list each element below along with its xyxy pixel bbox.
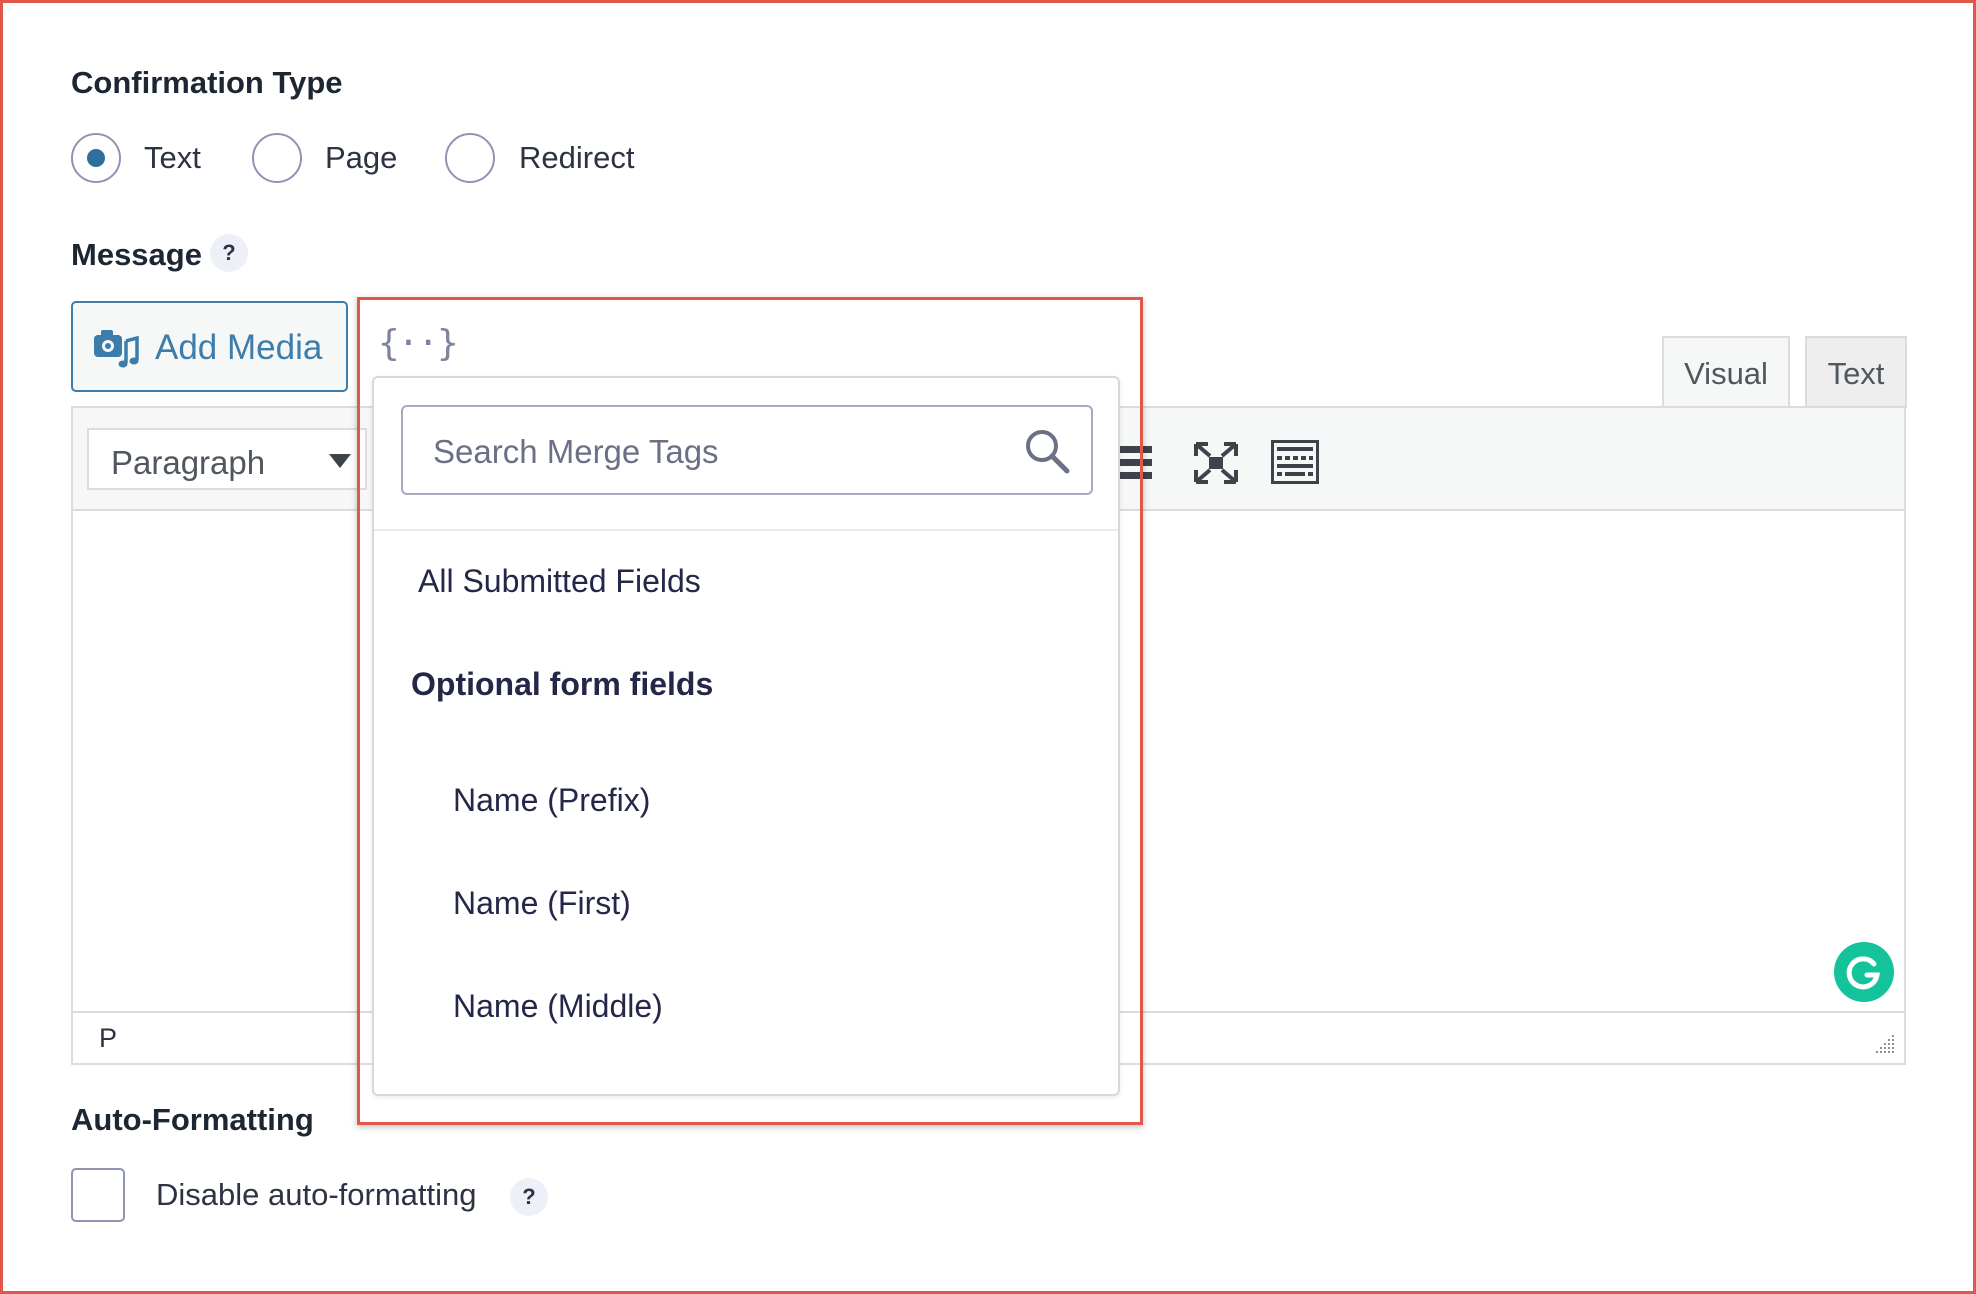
format-select-value: Paragraph — [111, 444, 266, 481]
radio-text-label[interactable]: Text — [144, 140, 201, 176]
radio-redirect-label[interactable]: Redirect — [519, 140, 634, 176]
format-select[interactable]: Paragraph — [87, 428, 367, 490]
radio-text[interactable] — [71, 133, 121, 183]
element-path[interactable]: P — [99, 1023, 117, 1054]
radio-page-label[interactable]: Page — [325, 140, 397, 176]
add-media-button[interactable]: Add Media — [71, 301, 348, 392]
message-heading: Message — [71, 237, 202, 272]
search-placeholder: Search Merge Tags — [433, 433, 719, 470]
tab-text[interactable]: Text — [1805, 336, 1907, 408]
radio-page[interactable] — [252, 133, 302, 183]
merge-tag-name-middle[interactable]: Name (Middle) — [453, 988, 663, 1025]
fullscreen-icon[interactable] — [1194, 442, 1238, 484]
disable-auto-formatting-checkbox[interactable] — [71, 1168, 125, 1222]
resize-handle-icon[interactable] — [1874, 1033, 1896, 1055]
merge-tags-search-input[interactable]: Search Merge Tags — [401, 405, 1093, 495]
merge-tag-group-heading: Optional form fields — [411, 666, 714, 702]
confirmation-type-heading: Confirmation Type — [71, 65, 343, 100]
popup-divider — [374, 529, 1118, 531]
tab-visual[interactable]: Visual — [1662, 336, 1790, 408]
chevron-down-icon — [329, 454, 351, 468]
message-help-icon[interactable]: ? — [210, 234, 248, 272]
merge-tags-popup: Search Merge Tags All Submitted Fields O… — [372, 376, 1120, 1096]
merge-tag-all-submitted-fields[interactable]: All Submitted Fields — [418, 563, 701, 600]
radio-selected-dot — [87, 149, 105, 167]
auto-formatting-help-icon[interactable]: ? — [510, 1178, 548, 1216]
disable-auto-formatting-label[interactable]: Disable auto-formatting — [156, 1177, 477, 1213]
radio-redirect[interactable] — [445, 133, 495, 183]
keyboard-icon[interactable] — [1271, 440, 1319, 484]
grammarly-icon[interactable] — [1834, 942, 1894, 1002]
add-media-label: Add Media — [155, 328, 323, 367]
merge-tag-name-prefix[interactable]: Name (Prefix) — [453, 782, 650, 819]
merge-tag-name-first[interactable]: Name (First) — [453, 885, 631, 922]
auto-formatting-heading: Auto-Formatting — [71, 1102, 314, 1137]
media-icon — [94, 330, 139, 368]
grammarly-g-icon — [1846, 956, 1880, 990]
search-icon[interactable] — [1023, 427, 1071, 475]
